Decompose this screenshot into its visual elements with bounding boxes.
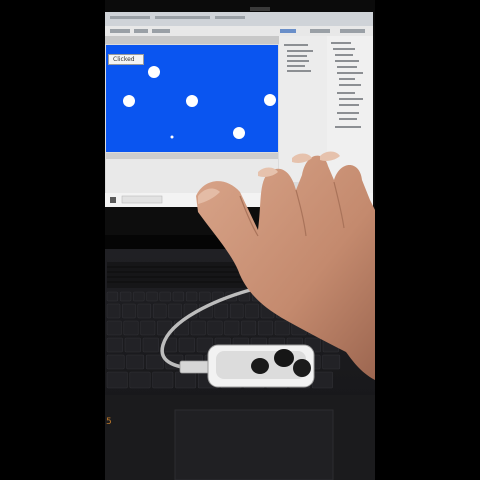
cursor-dot [170, 135, 174, 139]
keyboard-key [140, 320, 156, 336]
keyboard-key [119, 291, 132, 302]
keyboard-key [106, 291, 119, 302]
keyboard-key [199, 291, 211, 302]
keyboard-key [322, 354, 341, 370]
keyboard-key [145, 354, 164, 370]
keyboard-key [274, 320, 290, 336]
keyboard-key [123, 320, 139, 336]
sensor-knob-3 [293, 359, 311, 377]
letterbox-right [375, 0, 480, 480]
sphere-5 [233, 127, 245, 139]
keyboard-key [106, 354, 125, 370]
keyboard-key [168, 303, 182, 319]
keyboard-key [178, 337, 195, 353]
photo-scene: 5 [0, 0, 480, 480]
keyboard-key [106, 371, 128, 389]
letterbox-left [0, 0, 105, 480]
sphere-2 [123, 95, 135, 107]
keyboard-key [152, 371, 174, 389]
sphere-4 [264, 94, 276, 106]
keyboard-key [229, 303, 244, 319]
keyboard-key [241, 320, 257, 336]
keyboard-key [126, 354, 145, 370]
usb-plug [179, 360, 211, 374]
keyboard-key [122, 303, 136, 319]
keyboard-key [185, 291, 198, 302]
keyboard-key [106, 303, 121, 319]
keyboard-key [257, 320, 273, 336]
keyboard-key [106, 337, 123, 353]
keyboard-key [142, 337, 159, 353]
clicked-status-label: Clicked [108, 54, 144, 65]
gesture-sensor [207, 344, 315, 388]
touchpad [174, 409, 334, 480]
keyboard-key [133, 291, 145, 302]
keyboard-key [137, 303, 152, 319]
editor-tabbar [105, 36, 280, 44]
keyboard-key [159, 291, 171, 302]
keyboard-key [106, 320, 122, 336]
keyboard-key [224, 320, 240, 336]
console-tabbar [106, 153, 278, 159]
sphere-1 [148, 66, 160, 78]
keyboard-key [146, 291, 158, 302]
keyboard-key [124, 337, 141, 353]
keyboard-key [172, 291, 185, 302]
keyboard-key [190, 320, 206, 336]
taskbar-search [121, 195, 163, 204]
sphere-3 [186, 95, 198, 107]
start-icon [110, 197, 116, 203]
keyboard-key [175, 371, 197, 389]
sensor-knob-2 [274, 349, 294, 367]
keyboard-key [152, 303, 167, 319]
keyboard-key [207, 320, 223, 336]
laptop-badge: 5 [106, 417, 112, 427]
photo-stage: 5 Clicked [0, 0, 480, 480]
keyboard-key [311, 371, 333, 389]
unity-editor-screen [105, 7, 373, 207]
sensor-knob-1 [251, 358, 269, 374]
keyboard-key [245, 303, 259, 319]
keyboard-key [214, 303, 229, 319]
keyboard-key [129, 371, 151, 389]
